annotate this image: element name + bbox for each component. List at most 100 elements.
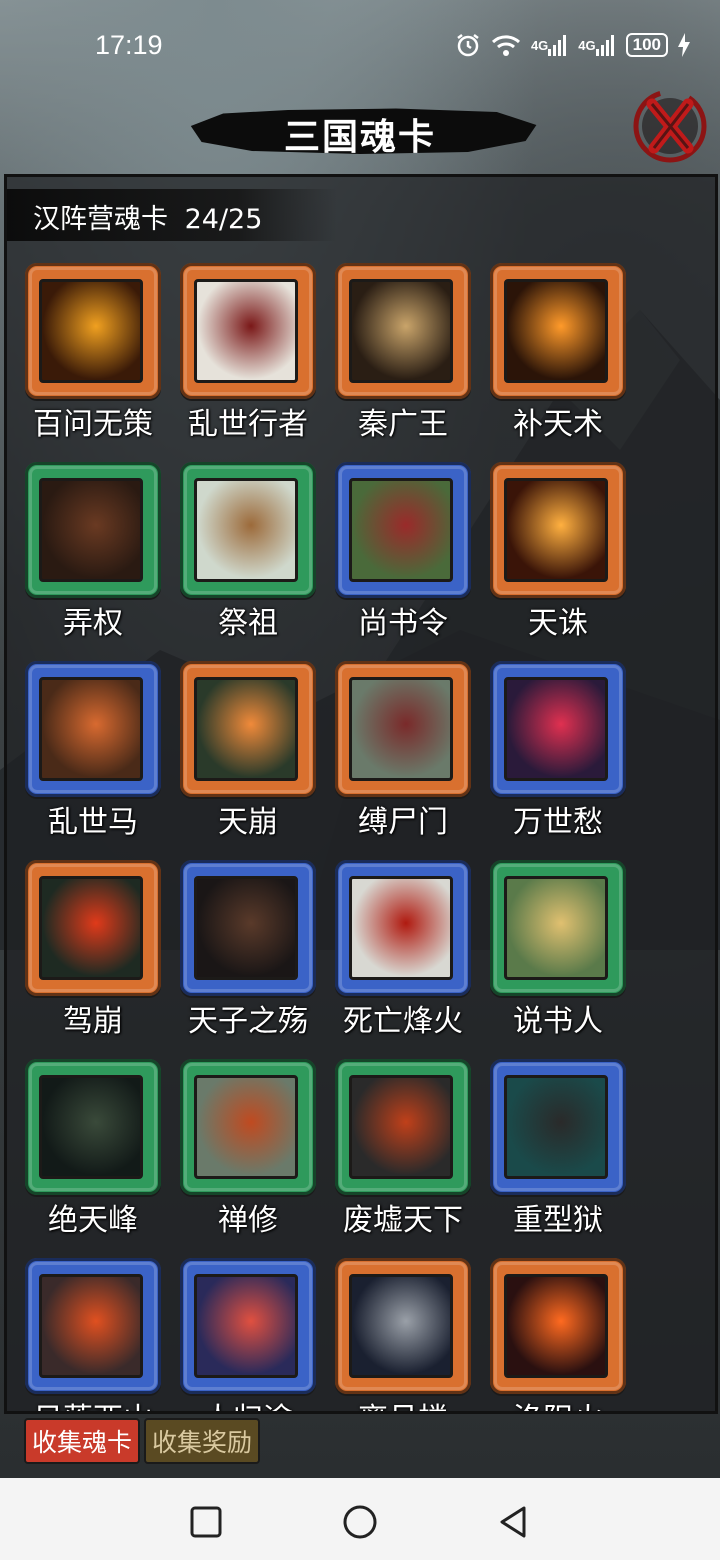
soul-card[interactable]: 废墟天下 <box>333 1059 473 1249</box>
card-artwork <box>504 677 608 781</box>
navigation-bar <box>0 1478 720 1560</box>
page-title: 三国魂卡 <box>283 117 436 158</box>
recent-apps-button[interactable] <box>186 1502 226 1542</box>
card-artwork <box>504 478 608 582</box>
card-artwork <box>349 279 453 383</box>
soul-card[interactable]: 死亡烽火 <box>333 860 473 1050</box>
card-name: 秦广王 <box>358 407 448 442</box>
soul-card[interactable]: 说书人 <box>488 860 628 1050</box>
soul-card[interactable]: 百问无策 <box>23 263 163 453</box>
card-artwork <box>39 677 143 781</box>
card-artwork <box>349 478 453 582</box>
charging-icon <box>678 32 690 58</box>
soul-card[interactable]: 绝天峰 <box>23 1059 163 1249</box>
card-artwork <box>349 876 453 980</box>
card-artwork <box>504 876 608 980</box>
bottom-tabs: 收集魂卡 收集奖励 <box>24 1418 261 1466</box>
card-name: 绝天峰 <box>48 1203 138 1238</box>
card-artwork <box>504 1274 608 1378</box>
status-icons: 4G 4G 100 <box>455 32 690 58</box>
soul-card[interactable]: 天崩 <box>178 661 318 851</box>
title-banner: 三国魂卡 <box>180 100 540 160</box>
card-name: 死亡烽火 <box>343 1004 463 1039</box>
card-artwork <box>349 1274 453 1378</box>
wifi-icon <box>491 32 521 58</box>
tab-collect-rewards[interactable]: 收集奖励 <box>144 1418 261 1464</box>
card-artwork <box>194 1075 298 1179</box>
signal-icon-1: 4G <box>531 32 568 58</box>
soul-card[interactable]: 尚书令 <box>333 462 473 652</box>
card-name: 弄权 <box>63 606 123 641</box>
alarm-icon <box>455 32 481 58</box>
battery-level: 100 <box>632 35 661 54</box>
card-artwork <box>39 1075 143 1179</box>
soul-card[interactable]: 乱世行者 <box>178 263 318 453</box>
card-artwork <box>194 478 298 582</box>
soul-card[interactable]: 秦广王 <box>333 263 473 453</box>
soul-card[interactable]: 重型狱 <box>488 1059 628 1249</box>
circle-icon <box>343 1505 377 1539</box>
card-artwork <box>39 876 143 980</box>
card-name: 禅修 <box>218 1203 278 1238</box>
card-name: 说书人 <box>513 1004 603 1039</box>
card-name: 洛阳火 <box>476 1394 640 1411</box>
card-name: 尚书令 <box>358 606 448 641</box>
card-artwork <box>194 876 298 980</box>
soul-card[interactable]: 日落西山 <box>23 1258 163 1411</box>
square-icon <box>190 1506 222 1538</box>
card-artwork <box>194 279 298 383</box>
soul-card[interactable]: 天诛 <box>488 462 628 652</box>
card-artwork <box>194 1274 298 1378</box>
card-name: 乱世行者 <box>188 407 308 442</box>
card-name: 天子之殇 <box>188 1004 308 1039</box>
tab-collect-cards[interactable]: 收集魂卡 <box>24 1418 141 1464</box>
soul-card[interactable]: 万世愁 <box>488 661 628 851</box>
card-artwork <box>39 1274 143 1378</box>
camp-progress-label: 汉阵营魂卡 24/25 <box>33 197 262 236</box>
card-name: 天诛 <box>528 606 588 641</box>
home-button[interactable] <box>340 1502 380 1542</box>
card-artwork <box>194 677 298 781</box>
card-artwork <box>349 677 453 781</box>
soul-card[interactable]: 补天术 <box>488 263 628 453</box>
card-name: 百问无策 <box>33 407 153 442</box>
signal-icon-2: 4G <box>578 32 615 58</box>
close-icon <box>633 89 707 163</box>
card-artwork <box>504 1075 608 1179</box>
soul-card[interactable]: 乱世马 <box>23 661 163 851</box>
card-artwork <box>39 279 143 383</box>
status-time: 17:19 <box>95 30 163 60</box>
camp-label: 汉阵营魂卡 <box>33 204 168 235</box>
soul-card[interactable]: 洛阳火 <box>488 1258 628 1411</box>
card-name: 人归途 <box>166 1394 330 1411</box>
card-name: 万世愁 <box>513 805 603 840</box>
card-artwork <box>39 478 143 582</box>
back-button[interactable] <box>494 1502 534 1542</box>
soul-card[interactable]: 人归途 <box>178 1258 318 1411</box>
soul-card[interactable]: 弄权 <box>23 462 163 652</box>
card-name: 日落西山 <box>11 1394 175 1411</box>
close-button[interactable] <box>628 86 708 166</box>
card-artwork <box>504 279 608 383</box>
battery-indicator: 100 <box>625 33 668 57</box>
soul-card-panel: 汉阵营魂卡 24/25 百问无策 乱世行者 秦广王 补天术弄权 祭祖 尚书令 天诛乱世马 天崩… <box>4 174 718 1414</box>
soul-card[interactable]: 缚尸门 <box>333 661 473 851</box>
card-name: 祭祖 <box>218 606 278 641</box>
soul-card[interactable]: 离月楼 <box>333 1258 473 1411</box>
soul-card[interactable]: 驾崩 <box>23 860 163 1050</box>
camp-progress: 24/25 <box>184 204 263 235</box>
soul-card[interactable]: 禅修 <box>178 1059 318 1249</box>
soul-card[interactable]: 天子之殇 <box>178 860 318 1050</box>
card-name: 驾崩 <box>63 1004 123 1039</box>
card-name: 补天术 <box>513 407 603 442</box>
status-bar: 17:19 4G 4G 100 <box>0 0 720 92</box>
network-label-1: 4G <box>530 37 549 53</box>
network-label-2: 4G <box>578 37 596 53</box>
soul-card[interactable]: 祭祖 <box>178 462 318 652</box>
card-artwork <box>349 1075 453 1179</box>
card-name: 乱世马 <box>48 805 138 840</box>
triangle-back-icon <box>500 1506 526 1538</box>
card-name: 废墟天下 <box>343 1203 463 1238</box>
card-name: 重型狱 <box>513 1203 603 1238</box>
card-name: 离月楼 <box>321 1394 485 1411</box>
